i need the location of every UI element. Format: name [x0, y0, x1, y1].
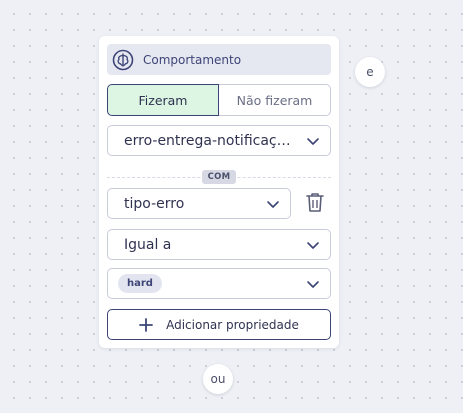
operator-select[interactable]: Igual a — [107, 229, 331, 260]
chevron-down-icon — [306, 277, 320, 291]
toggle-did[interactable]: Fizeram — [107, 84, 219, 116]
property-select-value: tipo-erro — [124, 195, 185, 212]
operator-select-value: Igual a — [124, 236, 172, 253]
event-select-value: erro-entrega-notificação — [124, 132, 292, 149]
add-property-label: Adicionar propriedade — [166, 317, 299, 332]
add-property-button[interactable]: Adicionar propriedade — [107, 309, 331, 340]
value-select[interactable]: hard — [107, 268, 331, 299]
connector-badge: COM — [201, 170, 237, 184]
chevron-down-icon — [266, 197, 280, 211]
chevron-down-icon — [306, 238, 320, 252]
trash-icon[interactable] — [305, 191, 325, 214]
toggle-did-not[interactable]: Não fizeram — [219, 84, 331, 116]
value-chip: hard — [118, 274, 162, 293]
card-title: Comportamento — [143, 52, 242, 67]
connector-separator: COM — [107, 170, 331, 184]
did-toggle: Fizeram Não fizeram — [107, 84, 331, 116]
plus-icon — [139, 317, 153, 332]
behavior-filter-card: Comportamento Fizeram Não fizeram erro-e… — [99, 36, 339, 348]
and-connector-button[interactable]: e — [355, 57, 385, 87]
or-connector-button[interactable]: ou — [203, 364, 233, 394]
brain-icon — [112, 49, 134, 71]
property-select[interactable]: tipo-erro — [107, 188, 291, 219]
event-select[interactable]: erro-entrega-notificação — [107, 125, 331, 156]
card-header: Comportamento — [107, 44, 331, 75]
chevron-down-icon — [306, 134, 320, 148]
